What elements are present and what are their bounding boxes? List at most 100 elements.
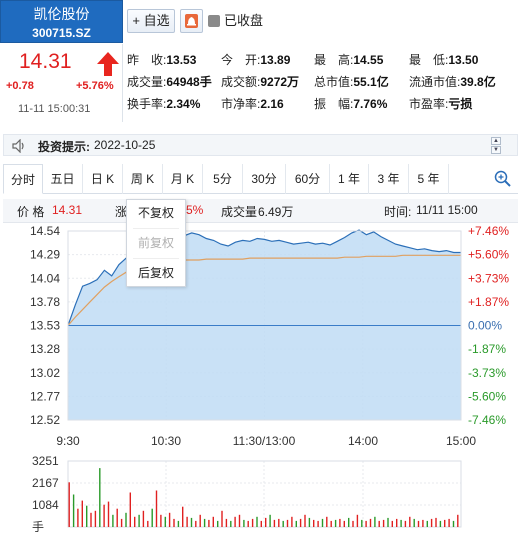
x-tick-label: 9:30 (56, 434, 80, 448)
volume-bar (321, 518, 324, 527)
stat-value: 64948手 (166, 75, 212, 89)
alert-button[interactable] (180, 9, 203, 33)
y-tick-percent: +3.73% (468, 271, 509, 285)
volume-bar (365, 520, 367, 527)
stock-name: 凯伦股份 (33, 6, 90, 22)
intraday-price-chart[interactable]: 14.54 +7.46% 14.29 +5.60% 14.04 +3.73% 13.78 +1… (0, 222, 523, 452)
tab-8[interactable]: 1 年 (330, 164, 369, 194)
volume-bar (374, 516, 376, 527)
change-value: 5% (186, 203, 204, 217)
volume-tick-label: 3251 (32, 454, 59, 468)
clock-icon (208, 15, 220, 27)
menu-item-backward-adjust[interactable]: 后复权 (127, 264, 185, 282)
volume-bar (212, 516, 214, 527)
stat-item: 最 高:14.55 (314, 51, 383, 68)
tab-0[interactable]: 分时 (3, 164, 43, 194)
bell-icon (185, 14, 198, 28)
tab-10[interactable]: 5 年 (409, 164, 449, 194)
tab-5[interactable]: 5分 (203, 164, 243, 194)
price-value: 14.31 (52, 203, 83, 217)
divider (122, 44, 123, 122)
volume-bar (304, 514, 306, 527)
volume-bar (190, 517, 193, 527)
volume-bar (142, 510, 145, 527)
stat-item: 成交量:64948手 (127, 73, 212, 90)
x-tick-label: 15:00 (446, 434, 476, 448)
y-tick-percent: +1.87% (468, 295, 509, 309)
stat-item: 市盈率:亏损 (409, 95, 472, 112)
volume-bar (334, 519, 337, 527)
volume-bar (103, 504, 105, 527)
volume-bar (413, 518, 415, 527)
tab-6[interactable]: 30分 (243, 164, 286, 194)
y-tick-label: 13.78 (30, 295, 60, 309)
volume-bar (186, 516, 188, 527)
volume-bar (138, 514, 140, 527)
volume-bar (361, 519, 363, 527)
notice-label: 投资提示: (38, 140, 90, 154)
volume-bar (68, 482, 70, 527)
y-tick-percent: -7.46% (468, 413, 506, 427)
volume-bar (291, 516, 293, 527)
y-tick-percent: -3.73% (468, 366, 506, 380)
volume-bar (439, 520, 442, 527)
volume-bar (221, 510, 223, 527)
volume-bar (120, 518, 123, 527)
notice-date[interactable]: 2022-10-25 (94, 138, 155, 152)
zoom-in-icon[interactable] (494, 170, 512, 188)
y-tick-label: 14.04 (30, 271, 60, 285)
stat-value: 13.50 (448, 53, 479, 67)
y-tick-percent: -5.60% (468, 389, 506, 403)
add-watchlist-button[interactable]: + 自选 (127, 9, 175, 33)
volume-bar (260, 520, 262, 527)
volume-bar (391, 520, 393, 527)
stat-value: 2.34% (166, 97, 201, 111)
volume-bar (129, 492, 131, 527)
volume-bar (273, 519, 276, 527)
volume-bar (295, 520, 297, 527)
volume-bar (278, 518, 280, 527)
notice-up-arrow-icon[interactable]: ▲ (491, 137, 501, 145)
stat-value: 9272万 (260, 75, 300, 89)
volume-bar (343, 520, 345, 527)
tab-2[interactable]: 日 K (83, 164, 123, 194)
volume-bar (243, 519, 245, 527)
menu-item-no-adjust[interactable]: 不复权 (127, 204, 185, 222)
volume-bar (330, 520, 332, 527)
price-adjust-menu: 不复权 前复权 后复权 (126, 199, 186, 287)
volume-bar (230, 520, 232, 527)
intraday-volume-chart[interactable]: 3251 2167 1084 手 (0, 452, 523, 537)
tab-3[interactable]: 周 K (123, 164, 163, 194)
tab-9[interactable]: 3 年 (369, 164, 409, 194)
volume-bar (308, 517, 311, 527)
x-tick-label: 14:00 (348, 434, 378, 448)
volume-bar (151, 508, 153, 527)
tab-7[interactable]: 60分 (286, 164, 330, 194)
time-value: 11/11 15:00 (416, 203, 478, 217)
volume-label: 成交量 (221, 205, 258, 219)
stat-value: 2.16 (260, 97, 284, 111)
volume-bar (203, 518, 206, 527)
volume-bar (265, 517, 267, 527)
stat-item: 换手率:2.34% (127, 95, 200, 112)
volume-bar (177, 520, 180, 527)
volume-bar (317, 520, 319, 527)
y-tick-label: 14.29 (30, 248, 60, 262)
volume-bar (269, 514, 271, 527)
stat-item: 昨 收:13.53 (127, 51, 196, 68)
volume-bar (147, 520, 149, 527)
volume-bar (182, 506, 184, 527)
stat-value: 亏损 (448, 97, 473, 111)
volume-bar (382, 519, 385, 527)
stat-label: 换手率: (127, 97, 167, 111)
tab-4[interactable]: 月 K (163, 164, 203, 194)
price-label: 价 格 (17, 205, 45, 219)
volume-bar (173, 518, 175, 527)
y-tick-label: 13.28 (30, 342, 60, 356)
tab-1[interactable]: 五日 (43, 164, 83, 194)
notice-down-arrow-icon[interactable]: ▼ (491, 146, 501, 154)
volume-bar (217, 520, 219, 527)
stat-label: 昨 收: (127, 53, 167, 67)
volume-bar (422, 519, 424, 527)
stat-label: 市净率: (221, 97, 261, 111)
